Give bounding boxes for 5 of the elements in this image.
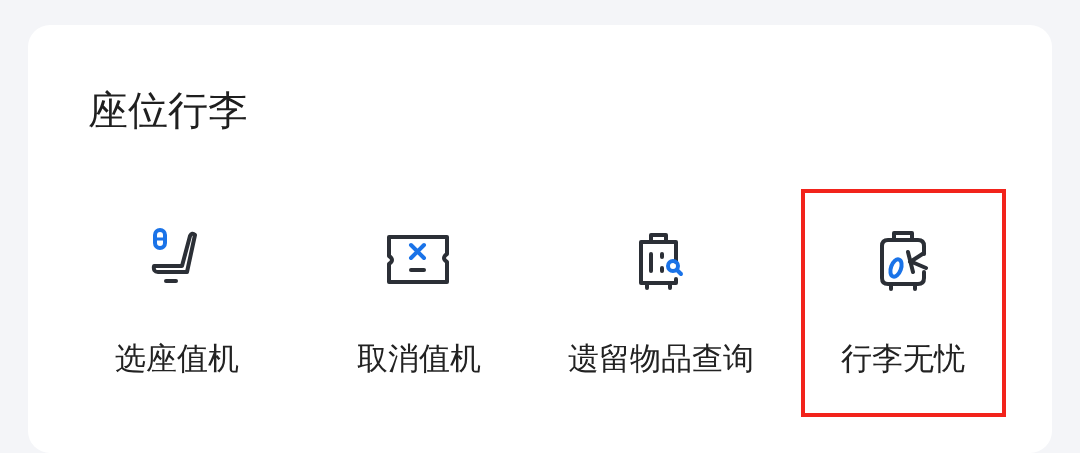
service-label[interactable]: 行李无忧 (841, 338, 965, 380)
service-label[interactable]: 取消值机 (357, 338, 481, 380)
service-label[interactable]: 遗留物品查询 (568, 338, 754, 380)
section-title: 座位行李 (88, 87, 249, 133)
service-label[interactable]: 选座值机 (115, 338, 239, 380)
